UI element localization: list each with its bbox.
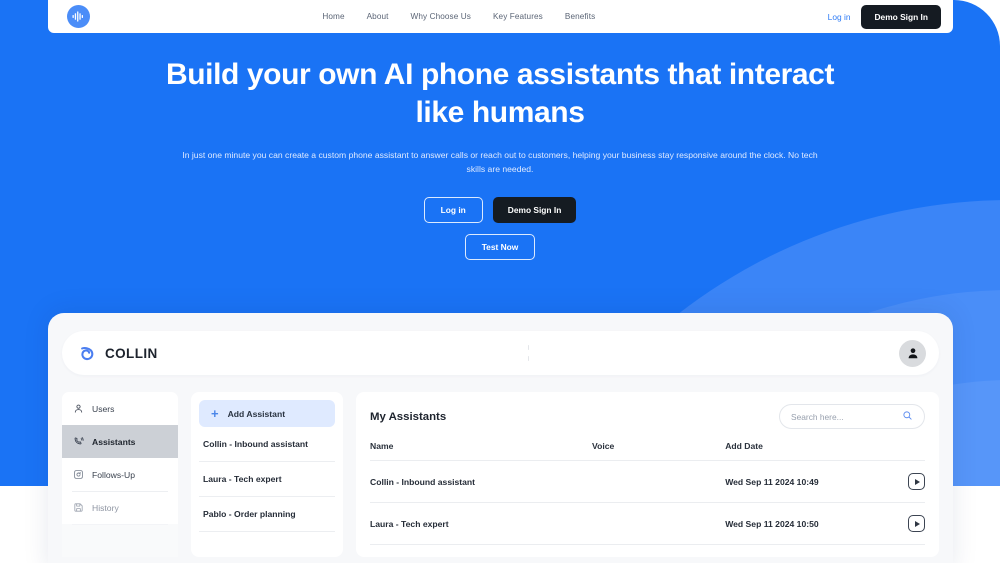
sidebar-item-partial[interactable]: [62, 524, 178, 557]
nav-links: Home About Why Choose Us Key Features Be…: [322, 12, 595, 21]
nav-link-about[interactable]: About: [367, 12, 389, 21]
assistants-table: Name Voice Add Date Collin - Inbound ass…: [370, 441, 925, 545]
cell-action: [869, 460, 925, 503]
sidebar-item-assistants[interactable]: Assistants: [62, 425, 178, 458]
column-header-add-date: Add Date: [725, 441, 870, 461]
save-disk-icon: [72, 502, 84, 514]
droplet-swirl-icon: [81, 346, 94, 360]
table-header-row: Name Voice Add Date: [370, 441, 925, 461]
dashboard-brand[interactable]: COLLIN: [78, 344, 158, 363]
sidebar-item-history[interactable]: History: [62, 491, 178, 524]
hero-title: Build your own AI phone assistants that …: [165, 58, 835, 130]
page-title: My Assistants: [370, 410, 447, 423]
hero-primary-actions: Log in Demo Sign In: [0, 197, 1000, 224]
nav-demo-signin-button[interactable]: Demo Sign In: [861, 4, 941, 29]
nav-link-key-features[interactable]: Key Features: [493, 12, 543, 21]
table-row[interactable]: Collin - Inbound assistant Wed Sep 11 20…: [370, 460, 925, 503]
column-header-name: Name: [370, 441, 592, 461]
sidebar-item-users[interactable]: Users: [62, 392, 178, 425]
audio-waveform-icon[interactable]: [67, 5, 90, 28]
phone-waves-icon: [72, 436, 84, 448]
nav-actions: Log in Demo Sign In: [828, 4, 941, 29]
cell-action: [869, 502, 925, 545]
hero-subtitle: In just one minute you can create a cust…: [182, 150, 818, 175]
cell-name: Laura - Tech expert: [370, 502, 592, 545]
dashboard-sidebar: Users Assistants Follows-Up History: [62, 392, 178, 557]
vertical-dots-icon[interactable]: [527, 345, 530, 361]
sidebar-item-follows-up[interactable]: Follows-Up: [62, 458, 178, 491]
search-box[interactable]: [779, 404, 925, 429]
hero-secondary-actions: Test Now: [0, 234, 1000, 261]
assistant-list-item[interactable]: Laura - Tech expert: [199, 462, 335, 497]
sidebar-item-history-label: History: [92, 502, 119, 513]
page-root: Home About Why Choose Us Key Features Be…: [0, 0, 1000, 563]
nav-login-link[interactable]: Log in: [828, 12, 851, 22]
dashboard-preview-card: COLLIN Users Assistants Follows-Up Histo…: [48, 313, 953, 563]
nav-link-benefits[interactable]: Benefits: [565, 12, 595, 21]
nav-link-why-choose-us[interactable]: Why Choose Us: [411, 12, 471, 21]
add-assistant-button[interactable]: + Add Assistant: [199, 400, 335, 427]
plus-icon: +: [211, 406, 219, 421]
cell-add-date: Wed Sep 11 2024 10:49: [725, 460, 870, 503]
table-row[interactable]: Laura - Tech expert Wed Sep 11 2024 10:5…: [370, 502, 925, 545]
sidebar-item-assistants-label: Assistants: [92, 436, 136, 447]
hero-test-now-button[interactable]: Test Now: [464, 234, 536, 261]
cell-name: Collin - Inbound assistant: [370, 460, 592, 503]
assistant-list-item[interactable]: Collin - Inbound assistant: [199, 427, 335, 462]
cell-voice: [592, 460, 726, 503]
sidebar-item-users-label: Users: [92, 403, 115, 414]
nav-link-home[interactable]: Home: [322, 12, 344, 21]
hero-content: Build your own AI phone assistants that …: [0, 0, 1000, 261]
refresh-box-icon: [72, 469, 84, 481]
column-header-action: [869, 441, 925, 461]
cell-add-date: Wed Sep 11 2024 10:50: [725, 502, 870, 545]
cell-voice: [592, 502, 726, 545]
user-outline-icon: [72, 403, 84, 415]
top-navbar: Home About Why Choose Us Key Features Be…: [48, 0, 953, 33]
hero-login-button[interactable]: Log in: [423, 197, 483, 224]
hero-demo-signin-button[interactable]: Demo Sign In: [492, 197, 577, 224]
search-input[interactable]: [791, 411, 896, 422]
main-panel-header: My Assistants: [370, 404, 925, 429]
assistants-list-panel: + Add Assistant Collin - Inbound assista…: [191, 392, 343, 557]
play-icon[interactable]: [908, 515, 925, 532]
column-header-voice: Voice: [592, 441, 726, 461]
play-icon[interactable]: [908, 473, 925, 490]
user-avatar-icon[interactable]: [899, 339, 926, 367]
dashboard-body: Users Assistants Follows-Up History + Ad…: [48, 375, 953, 557]
dashboard-brand-label: COLLIN: [105, 345, 158, 361]
dashboard-header-spacer: [158, 345, 899, 361]
dashboard-header: COLLIN: [62, 331, 939, 375]
add-assistant-label: Add Assistant: [227, 408, 286, 419]
search-icon: [902, 408, 913, 426]
assistant-list-item[interactable]: Pablo - Order planning: [199, 497, 335, 532]
sidebar-item-follows-up-label: Follows-Up: [92, 469, 135, 480]
assistants-main-panel: My Assistants Search here... Name Voice …: [356, 392, 939, 557]
